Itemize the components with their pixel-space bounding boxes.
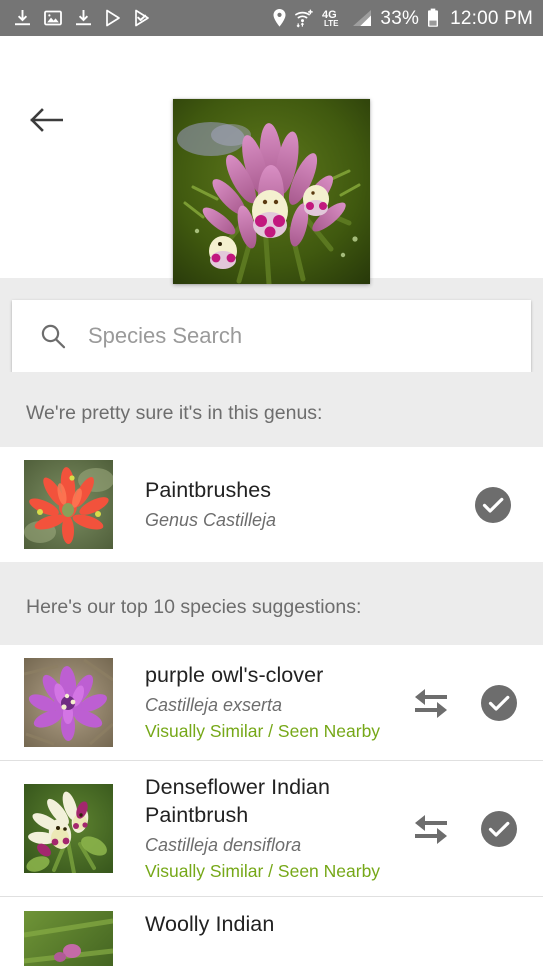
select-species-button[interactable] [479, 809, 519, 849]
genus-text-block: Paintbrushes Genus Castilleja [113, 477, 473, 531]
compare-button[interactable] [411, 809, 451, 849]
genus-scientific-name: Genus Castilleja [145, 509, 465, 532]
species-thumbnail[interactable] [24, 658, 113, 747]
svg-text:LTE: LTE [324, 19, 339, 28]
species-row[interactable]: purple owl's-clover Castilleja exserta V… [0, 645, 543, 761]
search-box[interactable] [12, 300, 531, 372]
genus-thumbnail[interactable] [24, 460, 113, 549]
play-store-icon [105, 9, 121, 27]
genus-section-heading: We're pretty sure it's in this genus: [0, 372, 543, 447]
download-icon [75, 9, 92, 27]
status-bar-right-icons: 4G LTE 33% 12:00 PM [272, 8, 533, 28]
status-bar-left-icons [14, 9, 150, 27]
species-text-block: Denseflower Indian Paintbrush Castilleja… [113, 774, 411, 883]
signal-bars-icon [352, 9, 372, 27]
species-row-actions [411, 683, 525, 723]
check-circle-icon [480, 684, 518, 722]
species-scientific-name: Castilleja densiflora [145, 834, 403, 857]
search-input[interactable] [88, 323, 531, 349]
play-movies-icon [134, 9, 150, 27]
search-icon [40, 323, 66, 349]
genus-row-actions [473, 485, 525, 525]
genus-common-name: Paintbrushes [145, 477, 465, 505]
compare-arrows-icon [413, 812, 449, 846]
species-thumbnail[interactable] [24, 784, 113, 873]
species-row[interactable]: Woolly Indian [0, 897, 543, 966]
check-circle-icon [474, 486, 512, 524]
battery-icon [427, 8, 439, 28]
hero-section [0, 36, 543, 278]
hero-photo[interactable] [173, 99, 370, 284]
select-species-button[interactable] [479, 683, 519, 723]
hero-photo-image [173, 99, 370, 284]
species-row[interactable]: Denseflower Indian Paintbrush Castilleja… [0, 761, 543, 897]
species-row-actions [411, 809, 525, 849]
species-common-name: Woolly Indian [145, 911, 517, 939]
status-bar-clock: 12:00 PM [450, 9, 533, 28]
denseflower-paintbrush-thumb-image [24, 784, 113, 873]
compare-arrows-icon [413, 686, 449, 720]
species-common-name: Denseflower Indian Paintbrush [145, 774, 403, 830]
species-match-note: Visually Similar / Seen Nearby [145, 721, 403, 743]
woolly-indian-paintbrush-thumb-image [24, 911, 113, 966]
genus-row[interactable]: Paintbrushes Genus Castilleja [0, 447, 543, 562]
wifi-icon [295, 8, 314, 28]
species-common-name: purple owl's-clover [145, 662, 403, 690]
red-paintbrush-thumb-image [24, 460, 113, 549]
back-arrow-icon [29, 107, 63, 133]
search-section [0, 278, 543, 372]
check-circle-icon [480, 810, 518, 848]
species-text-block: Woolly Indian [113, 911, 525, 939]
battery-percent-label: 33% [380, 9, 419, 28]
location-pin-icon [272, 8, 287, 28]
species-text-block: purple owl's-clover Castilleja exserta V… [113, 662, 411, 743]
back-button[interactable] [22, 98, 70, 142]
4g-lte-icon: 4G LTE [322, 8, 344, 28]
download-icon [14, 9, 31, 27]
select-genus-button[interactable] [473, 485, 513, 525]
species-scientific-name: Castilleja exserta [145, 694, 403, 717]
species-thumbnail[interactable] [24, 911, 113, 966]
species-match-note: Visually Similar / Seen Nearby [145, 861, 403, 883]
status-bar: 4G LTE 33% 12:00 PM [0, 0, 543, 36]
photo-icon [44, 9, 62, 27]
species-section-heading: Here's our top 10 species suggestions: [0, 562, 543, 645]
compare-button[interactable] [411, 683, 451, 723]
purple-owls-clover-thumb-image [24, 658, 113, 747]
